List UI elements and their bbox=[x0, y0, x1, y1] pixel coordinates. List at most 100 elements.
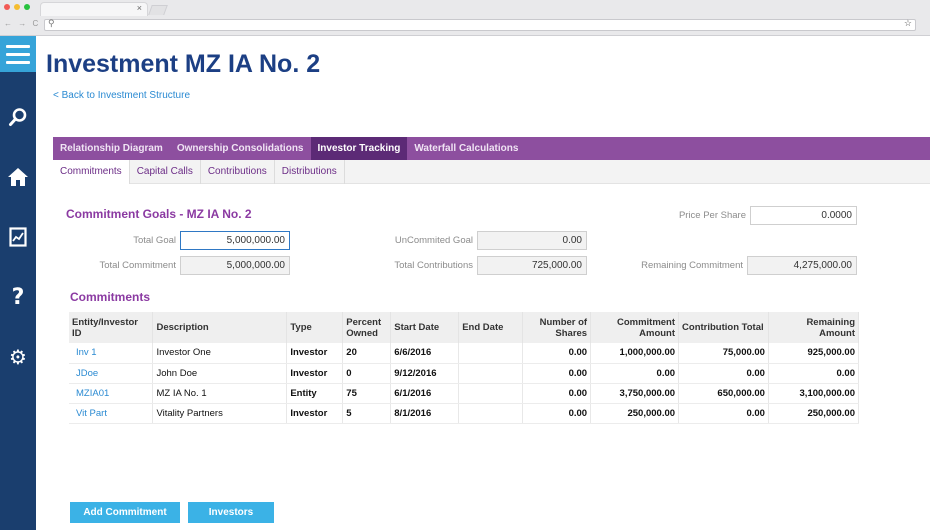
add-commitment-button[interactable]: Add Commitment bbox=[70, 502, 180, 523]
bookmark-star-icon[interactable]: ☆ bbox=[904, 18, 912, 29]
home-icon[interactable] bbox=[0, 162, 36, 192]
table-cell: 0.00 bbox=[768, 363, 860, 384]
table-cell: 20 bbox=[342, 343, 392, 364]
column-header[interactable]: End Date bbox=[458, 312, 524, 343]
table-cell: Entity bbox=[286, 383, 344, 404]
investor-id-link[interactable]: Inv 1 bbox=[69, 343, 154, 364]
column-header[interactable]: Commitment Amount bbox=[590, 312, 680, 343]
total-commitment-label: Total Commitment bbox=[99, 260, 176, 271]
search-icon: ⚲ bbox=[48, 18, 55, 28]
total-goal-field[interactable]: 5,000,000.00 bbox=[180, 231, 290, 250]
table-cell: 9/12/2016 bbox=[390, 363, 460, 384]
table-cell: Investor bbox=[286, 363, 344, 384]
browser-tab[interactable]: × bbox=[40, 2, 148, 16]
table-cell: 8/1/2016 bbox=[390, 403, 460, 424]
new-tab-button[interactable] bbox=[148, 5, 168, 15]
table-cell bbox=[458, 403, 524, 424]
main-content: Investment MZ IA No. 2 < Back to Investm… bbox=[36, 36, 930, 530]
table-cell: Investor bbox=[286, 403, 344, 424]
column-header[interactable]: Description bbox=[152, 312, 288, 343]
table-cell: 3,750,000.00 bbox=[590, 383, 680, 404]
price-per-share-label: Price Per Share bbox=[678, 210, 746, 221]
table-cell: 650,000.00 bbox=[678, 383, 769, 404]
table-cell: 0.00 bbox=[522, 383, 592, 404]
browser-chrome: × ← → C ⚲ ☆ bbox=[0, 0, 930, 36]
tab-capital-calls[interactable]: Capital Calls bbox=[130, 160, 201, 184]
table-cell: 6/1/2016 bbox=[390, 383, 460, 404]
table-cell: Investor One bbox=[152, 343, 288, 364]
column-header[interactable]: Percent Owned bbox=[342, 312, 392, 343]
close-window-icon[interactable] bbox=[4, 4, 10, 10]
window-controls bbox=[4, 4, 30, 10]
table-cell: 0.00 bbox=[522, 363, 592, 384]
close-tab-icon[interactable]: × bbox=[137, 3, 142, 13]
tab-ownership-consolidations[interactable]: Ownership Consolidations bbox=[170, 137, 311, 160]
table-cell: Vitality Partners bbox=[152, 403, 288, 424]
search-icon[interactable] bbox=[0, 102, 36, 132]
table-cell: 0.00 bbox=[522, 403, 592, 424]
investor-id-link[interactable]: MZIA01 bbox=[69, 383, 154, 404]
column-header[interactable]: Start Date bbox=[390, 312, 460, 343]
total-contributions-label: Total Contributions bbox=[394, 260, 473, 271]
table-cell: 75 bbox=[342, 383, 392, 404]
tab-relationship-diagram[interactable]: Relationship Diagram bbox=[53, 137, 170, 160]
table-row: Vit Part Vitality Partners Investor 5 8/… bbox=[69, 403, 860, 424]
gear-icon[interactable]: ⚙ bbox=[0, 342, 36, 372]
help-icon[interactable]: ? bbox=[0, 282, 36, 312]
table-cell: 1,000,000.00 bbox=[590, 343, 680, 364]
maximize-window-icon[interactable] bbox=[24, 4, 30, 10]
report-icon[interactable] bbox=[0, 222, 36, 252]
secondary-tabs: Commitments Capital Calls Contributions … bbox=[53, 160, 930, 184]
commitment-goals-title: Commitment Goals - MZ IA No. 2 bbox=[66, 207, 252, 221]
table-cell: Investor bbox=[286, 343, 344, 364]
tab-waterfall-calculations[interactable]: Waterfall Calculations bbox=[407, 137, 525, 160]
price-per-share-field[interactable]: 0.0000 bbox=[750, 206, 857, 225]
column-header[interactable]: Number of Shares bbox=[522, 312, 592, 343]
table-cell: 925,000.00 bbox=[768, 343, 860, 364]
table-cell: 6/6/2016 bbox=[390, 343, 460, 364]
total-commitment-field: 5,000,000.00 bbox=[180, 256, 290, 275]
uncommitted-goal-field: 0.00 bbox=[477, 231, 587, 250]
tab-investor-tracking[interactable]: Investor Tracking bbox=[310, 137, 408, 160]
tab-commitments[interactable]: Commitments bbox=[53, 160, 130, 184]
table-cell: John Doe bbox=[152, 363, 288, 384]
table-cell: 0.00 bbox=[590, 363, 680, 384]
page-title: Investment MZ IA No. 2 bbox=[46, 50, 321, 78]
primary-tabs: Relationship Diagram Ownership Consolida… bbox=[53, 137, 930, 160]
tab-distributions[interactable]: Distributions bbox=[275, 160, 345, 184]
table-cell: 75,000.00 bbox=[678, 343, 769, 364]
table-cell: 250,000.00 bbox=[590, 403, 680, 424]
remaining-commitment-field: 4,275,000.00 bbox=[747, 256, 857, 275]
table-cell: 3,100,000.00 bbox=[768, 383, 860, 404]
tab-contributions[interactable]: Contributions bbox=[201, 160, 275, 184]
minimize-window-icon[interactable] bbox=[14, 4, 20, 10]
remaining-commitment-label: Remaining Commitment bbox=[641, 260, 743, 271]
investor-id-link[interactable]: JDoe bbox=[69, 363, 154, 384]
browser-nav-icons[interactable]: ← → C bbox=[4, 19, 40, 28]
total-contributions-field: 725,000.00 bbox=[477, 256, 587, 275]
column-header[interactable]: Entity/Investor ID bbox=[69, 312, 154, 343]
table-header-row: Entity/Investor ID Description Type Perc… bbox=[69, 312, 860, 343]
commitments-title: Commitments bbox=[70, 290, 151, 304]
table-cell: MZ IA No. 1 bbox=[152, 383, 288, 404]
column-header[interactable]: Remaining Amount bbox=[768, 312, 860, 343]
back-link[interactable]: < Back to Investment Structure bbox=[53, 90, 190, 101]
table-cell: 0.00 bbox=[522, 343, 592, 364]
table-cell bbox=[458, 363, 524, 384]
table-cell bbox=[458, 343, 524, 364]
table-cell: 5 bbox=[342, 403, 392, 424]
sidebar: ? ⚙ bbox=[0, 36, 36, 530]
address-bar[interactable]: ⚲ ☆ bbox=[44, 18, 916, 31]
table-row: Inv 1 Investor One Investor 20 6/6/2016 … bbox=[69, 343, 860, 364]
investors-button[interactable]: Investors bbox=[188, 502, 274, 523]
uncommitted-goal-label: UnCommited Goal bbox=[394, 235, 473, 246]
column-header[interactable]: Contribution Total bbox=[678, 312, 769, 343]
table-row: MZIA01 MZ IA No. 1 Entity 75 6/1/2016 0.… bbox=[69, 383, 860, 404]
table-cell bbox=[458, 383, 524, 404]
table-cell: 0 bbox=[342, 363, 392, 384]
column-header[interactable]: Type bbox=[286, 312, 344, 343]
table-cell: 0.00 bbox=[678, 403, 769, 424]
commitments-table: Entity/Investor ID Description Type Perc… bbox=[69, 312, 860, 424]
menu-icon[interactable] bbox=[0, 36, 36, 72]
investor-id-link[interactable]: Vit Part bbox=[69, 403, 154, 424]
